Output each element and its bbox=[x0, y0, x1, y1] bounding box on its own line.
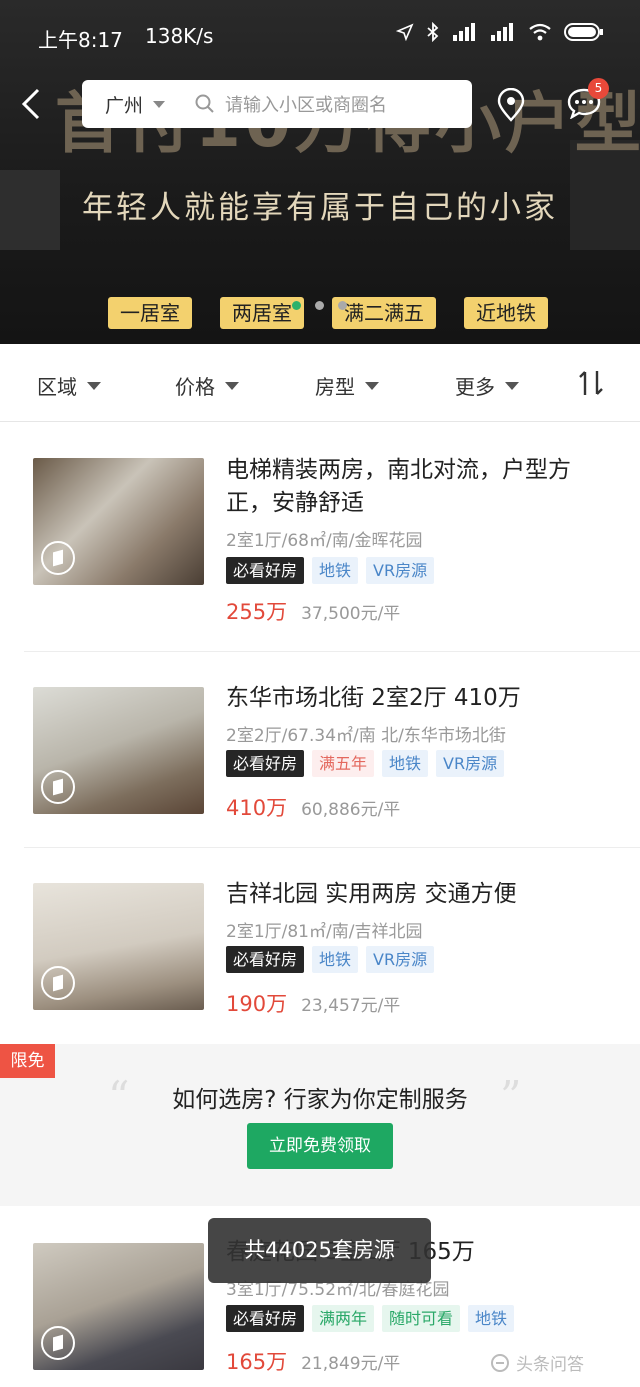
consult-ad-card[interactable]: 限免 “ ” 如何选房? 行家为你定制服务 立即免费领取 bbox=[0, 1044, 640, 1206]
sort-button[interactable] bbox=[578, 369, 604, 401]
vr-icon bbox=[41, 1326, 75, 1360]
bluetooth-icon bbox=[427, 22, 439, 42]
divider bbox=[24, 847, 640, 848]
tag: 必看好房 bbox=[226, 946, 305, 973]
listing-price: 255万 37,500元/平 bbox=[226, 596, 400, 626]
listing-tags: 必看好房 满五年 地铁 VR房源 bbox=[226, 750, 505, 777]
filter-bar: 区域 价格 房型 更多 bbox=[0, 344, 640, 422]
city-selector[interactable]: 广州 bbox=[105, 91, 143, 118]
filter-label: 价格 bbox=[175, 375, 215, 399]
caret-down-icon bbox=[87, 381, 101, 390]
tag: 地铁 bbox=[468, 1305, 515, 1332]
watermark-logo-icon bbox=[491, 1353, 509, 1372]
listing-price: 190万 23,457元/平 bbox=[226, 988, 400, 1018]
tag: VR房源 bbox=[366, 557, 435, 584]
filter-area[interactable]: 区域 bbox=[37, 371, 101, 400]
tag: 满两年 bbox=[312, 1305, 375, 1332]
listing-photo bbox=[33, 1243, 204, 1370]
listing-tags: 必看好房 满两年 随时可看 地铁 bbox=[226, 1305, 515, 1332]
map-pin-icon bbox=[497, 87, 525, 122]
caret-down-icon bbox=[153, 100, 166, 108]
listing-tags: 必看好房 地铁 VR房源 bbox=[226, 557, 435, 584]
listing-price: 410万 60,886元/平 bbox=[226, 792, 400, 822]
listing-details: 2室2厅/67.34㎡/南 北/东华市场北街 bbox=[226, 726, 506, 746]
tag: VR房源 bbox=[436, 750, 505, 777]
sort-icon bbox=[579, 371, 603, 395]
signal-icon bbox=[491, 23, 513, 41]
tag: 随时可看 bbox=[382, 1305, 461, 1332]
carousel-dot bbox=[292, 301, 301, 310]
filter-price[interactable]: 价格 bbox=[175, 371, 239, 400]
messages-badge: 5 bbox=[588, 78, 609, 99]
listing-photo bbox=[33, 458, 204, 585]
status-network-speed: 138K/s bbox=[145, 24, 214, 48]
listing-details: 2室1厅/68㎡/南/金晖花园 bbox=[226, 531, 423, 551]
back-button[interactable] bbox=[20, 86, 50, 122]
vr-icon bbox=[41, 770, 75, 804]
free-badge: 限免 bbox=[0, 1044, 55, 1078]
tag: 满五年 bbox=[312, 750, 375, 777]
battery-icon bbox=[564, 23, 603, 41]
watermark-text: 头条问答 bbox=[516, 1355, 584, 1375]
claim-free-button[interactable]: 立即免费领取 bbox=[247, 1123, 393, 1169]
chip-near-metro[interactable]: 近地铁 bbox=[464, 297, 548, 329]
status-bar: 上午8:17 138K/s bbox=[0, 0, 640, 70]
listing-title: 东华市场北街 2室2厅 410万 bbox=[226, 685, 521, 711]
location-arrow-icon bbox=[396, 23, 414, 41]
listing-title: 电梯精装两房，南北对流，户型方正，安静舒适 bbox=[226, 457, 571, 516]
ad-question: 如何选房? 行家为你定制服务 bbox=[172, 1087, 468, 1113]
filter-label: 房型 bbox=[315, 375, 355, 399]
chip-one-bedroom[interactable]: 一居室 bbox=[108, 297, 192, 329]
filter-label: 更多 bbox=[455, 375, 495, 399]
status-icons bbox=[396, 22, 604, 42]
watermark: 头条问答 bbox=[490, 1350, 584, 1375]
unit-price: 60,886元/平 bbox=[301, 800, 401, 820]
caret-down-icon bbox=[365, 381, 379, 390]
caret-down-icon bbox=[505, 381, 519, 390]
search-icon bbox=[195, 94, 215, 114]
total-price: 410万 bbox=[226, 796, 288, 820]
listing-tags: 必看好房 地铁 VR房源 bbox=[226, 946, 435, 973]
tag: 必看好房 bbox=[226, 750, 305, 777]
carousel-dot bbox=[338, 301, 347, 310]
listing-photo bbox=[33, 883, 204, 1010]
listing-photo bbox=[33, 687, 204, 814]
total-price: 190万 bbox=[226, 992, 288, 1016]
filter-layout[interactable]: 房型 bbox=[315, 371, 379, 400]
chevron-left-icon bbox=[21, 88, 40, 120]
divider bbox=[24, 651, 640, 652]
filter-label: 区域 bbox=[37, 375, 77, 399]
tag: 地铁 bbox=[312, 946, 359, 973]
listing-price: 165万 21,849元/平 bbox=[226, 1346, 400, 1376]
carousel-dot bbox=[315, 301, 324, 310]
banner-slogan: 年轻人就能享有属于自己的小家 bbox=[82, 190, 558, 226]
unit-price: 21,849元/平 bbox=[301, 1354, 401, 1374]
search-input[interactable]: 请输入小区或商圈名 bbox=[225, 91, 387, 117]
status-time: 上午8:17 bbox=[38, 28, 123, 52]
tag: VR房源 bbox=[366, 946, 435, 973]
carousel-indicator bbox=[292, 301, 347, 310]
caret-down-icon bbox=[225, 381, 239, 390]
vr-icon bbox=[41, 966, 75, 1000]
listing-count-toast: 共44025套房源 bbox=[208, 1218, 431, 1283]
unit-price: 23,457元/平 bbox=[301, 996, 401, 1016]
unit-price: 37,500元/平 bbox=[301, 604, 401, 624]
tag: 地铁 bbox=[382, 750, 429, 777]
vr-icon bbox=[41, 541, 75, 575]
search-bar[interactable]: 广州 请输入小区或商圈名 bbox=[82, 80, 472, 128]
total-price: 165万 bbox=[226, 1350, 288, 1374]
chip-tax-free[interactable]: 满二满五 bbox=[332, 297, 436, 329]
map-button[interactable] bbox=[496, 87, 526, 126]
tag: 必看好房 bbox=[226, 557, 305, 584]
listing-title: 吉祥北园 实用两房 交通方便 bbox=[226, 881, 517, 907]
total-price: 255万 bbox=[226, 600, 288, 624]
tag: 地铁 bbox=[312, 557, 359, 584]
listing-details: 2室1厅/81㎡/南/吉祥北园 bbox=[226, 922, 423, 942]
signal-icon bbox=[453, 23, 475, 41]
tag: 必看好房 bbox=[226, 1305, 305, 1332]
filter-more[interactable]: 更多 bbox=[455, 371, 519, 400]
wifi-icon bbox=[529, 23, 551, 41]
